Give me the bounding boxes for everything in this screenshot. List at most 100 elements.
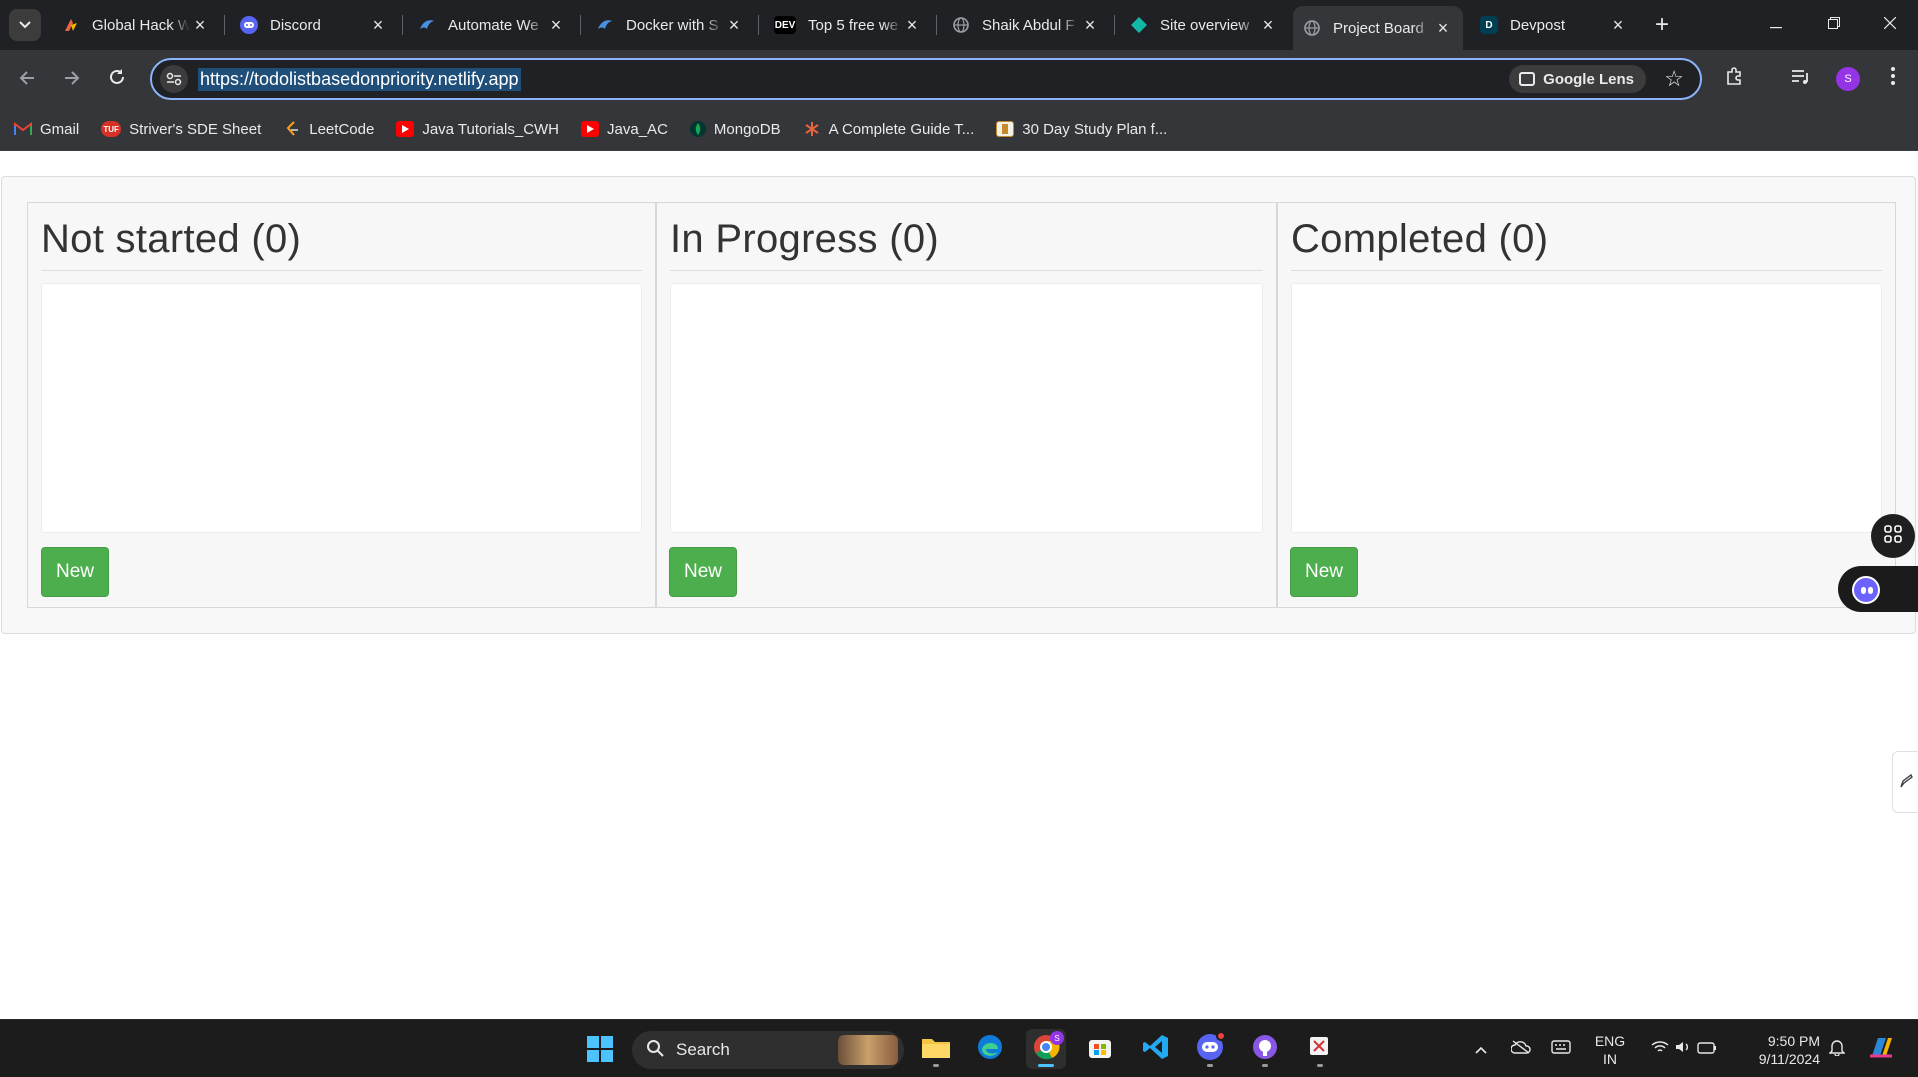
bookmark-complete-guide[interactable]: A Complete Guide T... (803, 120, 975, 138)
playlist-icon (1791, 68, 1811, 91)
taskbar-discord[interactable] (1190, 1029, 1230, 1069)
tab-dev[interactable]: DEV Top 5 free we × (764, 6, 932, 44)
reload-button[interactable] (100, 62, 134, 96)
start-button[interactable] (580, 1029, 620, 1069)
task-list-dropzone[interactable] (1291, 283, 1882, 533)
close-tab-icon[interactable]: × (1608, 15, 1628, 35)
onedrive-status[interactable] (1506, 1020, 1536, 1077)
touch-keyboard-button[interactable] (1546, 1020, 1576, 1077)
more-vertical-icon (1891, 67, 1895, 91)
taskbar-github[interactable] (1245, 1029, 1285, 1069)
tab-devpost[interactable]: D Devpost × (1470, 6, 1638, 44)
taskbar-store[interactable] (1080, 1029, 1120, 1069)
close-tab-icon[interactable]: × (1080, 15, 1100, 35)
minimize-icon (1770, 16, 1782, 34)
minimize-button[interactable] (1748, 0, 1804, 50)
edge-icon (976, 1033, 1004, 1066)
bookmark-label: Java_AC (607, 120, 668, 138)
close-tab-icon[interactable]: × (368, 15, 388, 35)
column-title: Not started (0) (41, 217, 642, 271)
close-tab-icon[interactable]: × (1258, 15, 1278, 35)
extensions-button[interactable] (1718, 62, 1752, 96)
task-list-dropzone[interactable] (670, 283, 1263, 533)
bookmark-label: A Complete Guide T... (828, 120, 975, 138)
tab-global-hack[interactable]: Global Hack W × (52, 6, 220, 44)
copilot-button[interactable] (1862, 1020, 1902, 1077)
youtube-icon (581, 121, 600, 137)
new-task-button[interactable]: New (1290, 547, 1359, 597)
forward-button[interactable] (55, 62, 89, 96)
plus-icon: + (1654, 11, 1669, 38)
column-not-started: Not started (0) New (27, 202, 656, 608)
task-list-dropzone[interactable] (41, 283, 642, 533)
close-tab-icon[interactable]: × (902, 15, 922, 35)
bookmark-mongodb[interactable]: MongoDB (689, 121, 781, 138)
site-info-icon[interactable] (160, 65, 188, 93)
restore-button[interactable] (1806, 0, 1862, 50)
media-control-button[interactable] (1784, 62, 1818, 96)
bookmark-label: Gmail (40, 120, 80, 138)
taskbar-search[interactable]: Search (632, 1031, 904, 1069)
show-hidden-icons-button[interactable] (1466, 1020, 1496, 1077)
google-lens-button[interactable]: Google Lens (1509, 65, 1646, 93)
new-task-button[interactable]: New (669, 547, 738, 597)
tab-title: Docker with S (626, 16, 719, 34)
running-indicator (1317, 1064, 1323, 1067)
tab-project-board[interactable]: Project Board × (1293, 6, 1463, 50)
bell-icon (1828, 1038, 1846, 1060)
taskbar-chrome[interactable]: S (1026, 1029, 1066, 1069)
tab-site-overview[interactable]: Site overview × (1120, 6, 1288, 44)
taskbar-vscode[interactable] (1136, 1029, 1176, 1069)
tab-title: Top 5 free we (808, 16, 899, 34)
close-tab-icon[interactable]: × (546, 15, 566, 35)
url-text[interactable]: https://todolistbasedonpriority.netlify.… (198, 67, 521, 91)
gmail-icon (14, 121, 32, 137)
bookmark-java-ac[interactable]: Java_AC (581, 121, 668, 138)
youtube-icon (396, 121, 415, 137)
taskbar-file-explorer[interactable] (916, 1029, 956, 1069)
bookmark-gmail[interactable]: Gmail (14, 121, 79, 138)
system-clock[interactable]: 9:50 PM 9/11/2024 (1740, 1032, 1820, 1068)
vscode-icon (1142, 1033, 1170, 1066)
bookmark-java-tutorials-cwh[interactable]: Java Tutorials_CWH (396, 121, 559, 138)
tab-automate[interactable]: Automate We × (408, 6, 576, 44)
extension-launcher-button[interactable] (1871, 514, 1915, 558)
tab-shaik[interactable]: Shaik Abdul F × (942, 6, 1110, 44)
bookmark-label: LeetCode (309, 120, 375, 138)
back-button[interactable] (10, 62, 44, 96)
taskbar-edge[interactable] (970, 1029, 1010, 1069)
google-lens-label: Google Lens (1543, 70, 1634, 88)
new-tab-button[interactable]: + (1648, 11, 1676, 39)
close-tab-icon[interactable]: × (190, 15, 210, 35)
bookmark-30-day-study-plan[interactable]: 30 Day Study Plan f... (996, 121, 1167, 138)
bookmark-label: Striver's SDE Sheet (129, 120, 262, 138)
tab-discord[interactable]: Discord × (230, 6, 398, 44)
close-tab-icon[interactable]: × (1433, 18, 1453, 38)
address-bar[interactable]: https://todolistbasedonpriority.netlify.… (150, 58, 1702, 100)
profile-avatar[interactable]: S (1836, 67, 1860, 91)
taskbar-snipping-tool[interactable] (1300, 1029, 1340, 1069)
notifications-button[interactable] (1822, 1020, 1852, 1077)
bookmark-strivers-sde-sheet[interactable]: TUF Striver's SDE Sheet (101, 121, 261, 138)
bookmarks-bar: Gmail TUF Striver's SDE Sheet LeetCode J… (0, 108, 1918, 151)
close-window-button[interactable] (1862, 0, 1918, 50)
column-in-progress: In Progress (0) New (656, 202, 1277, 608)
side-panel-tab[interactable] (1892, 751, 1918, 813)
quick-settings-button[interactable] (1644, 1020, 1724, 1077)
tab-docker[interactable]: Docker with S × (586, 6, 754, 44)
tab-title: Automate We (448, 16, 539, 34)
bookmark-star-icon[interactable]: ☆ (1664, 66, 1684, 92)
ai-assistant-widget[interactable] (1838, 566, 1918, 612)
bookmark-leetcode[interactable]: LeetCode (283, 121, 374, 138)
tab-search-button[interactable] (9, 9, 41, 41)
input-language-indicator[interactable]: ENG IN (1592, 1032, 1628, 1068)
puzzle-icon (1725, 66, 1745, 92)
page-content: Not started (0) New In Progress (0) New … (0, 151, 1918, 1019)
new-task-button[interactable]: New (41, 547, 110, 597)
book-icon (996, 121, 1015, 137)
restore-icon (1828, 16, 1840, 34)
close-tab-icon[interactable]: × (724, 15, 744, 35)
notification-badge (1216, 1031, 1226, 1041)
browser-menu-button[interactable] (1876, 62, 1910, 96)
running-indicator (933, 1064, 939, 1067)
